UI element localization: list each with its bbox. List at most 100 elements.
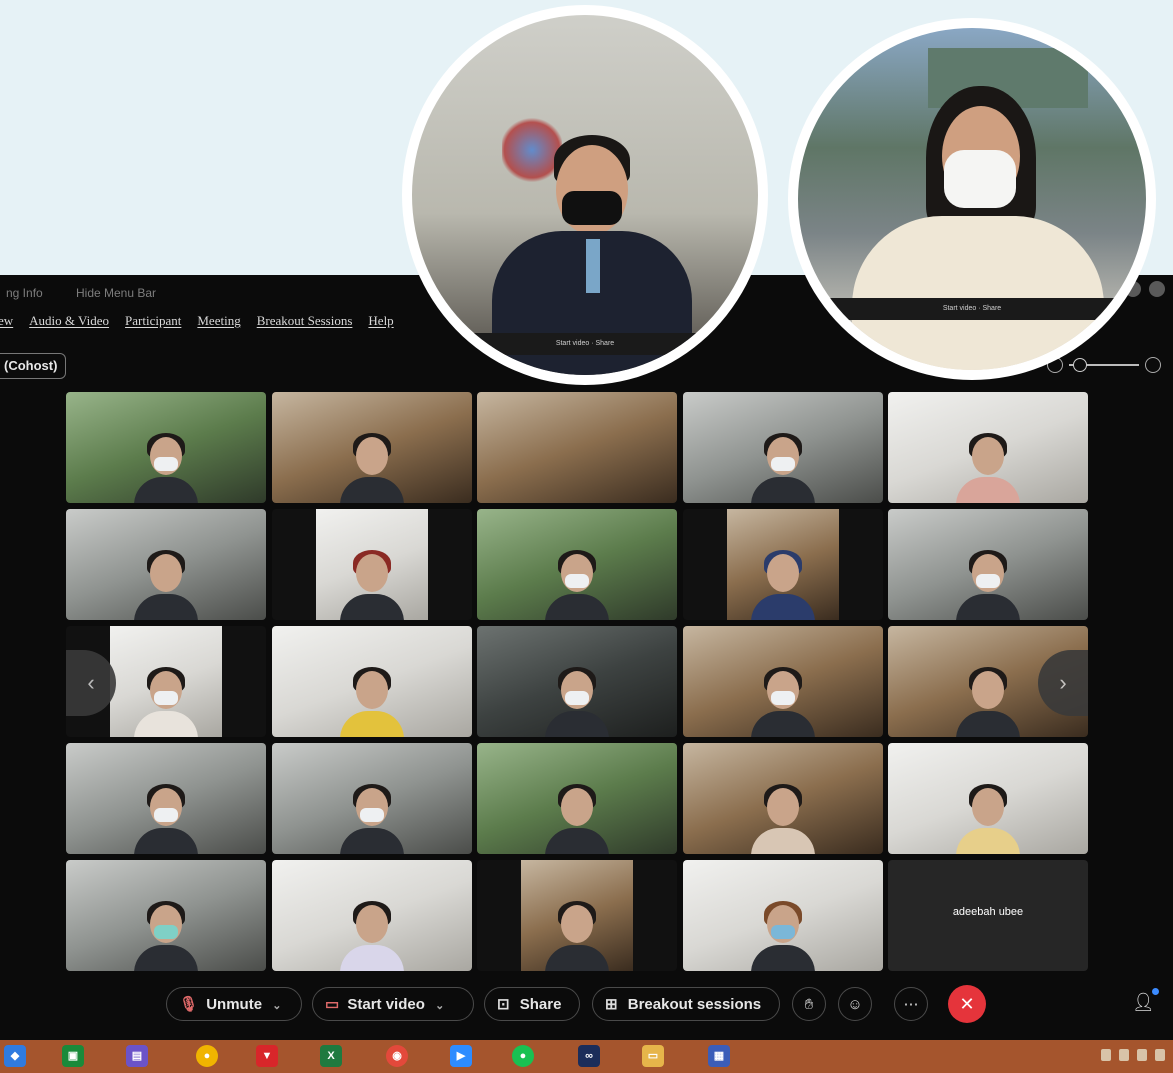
participant-video [339, 433, 404, 503]
ellipsis-icon: ⋯ [903, 996, 919, 1013]
chrome-icon[interactable]: ● [196, 1045, 218, 1067]
hand-icon: ✋︎ [804, 996, 814, 1013]
chevron-down-icon[interactable]: ⌄ [435, 1000, 444, 1012]
unmute-button[interactable]: 🎙︎ Unmute ⌄ [166, 987, 302, 1021]
participant-name: adeebah ubee [952, 906, 1024, 918]
menu-help[interactable]: Help [368, 313, 393, 333]
meeting-window: ng Info Hide Menu Bar ew Audio & Video P… [0, 275, 1173, 1040]
smiley-icon: ☺ [847, 996, 863, 1013]
participant-video [956, 667, 1020, 737]
title-text: ng Info [6, 286, 43, 300]
participant-video [134, 784, 198, 854]
participant-video [545, 784, 609, 854]
dropbox-icon[interactable]: ◆ [4, 1045, 26, 1067]
menu-breakout-sessions[interactable]: Breakout Sessions [257, 313, 353, 333]
video-tile[interactable] [477, 509, 677, 620]
video-tile[interactable] [888, 743, 1088, 854]
menu-view[interactable]: ew [0, 313, 13, 333]
meeting-toolbar: 🎙︎ Unmute ⌄ ▭ Start video ⌄ ⊡ Share ⊞ Br… [0, 980, 1173, 1028]
zoom-app-icon[interactable]: ▶ [450, 1045, 472, 1067]
participants-button[interactable]: 👤︎ [1132, 988, 1159, 1013]
breakout-sessions-button[interactable]: ⊞ Breakout sessions [592, 987, 780, 1021]
video-tile[interactable] [477, 860, 677, 971]
video-tile[interactable] [66, 392, 266, 503]
tray-language-icon[interactable] [1155, 1049, 1165, 1061]
video-tile[interactable] [682, 626, 883, 737]
cohost-badge[interactable]: (Cohost) [0, 353, 67, 379]
start-video-button[interactable]: ▭ Start video ⌄ [312, 987, 474, 1021]
share-button[interactable]: ⊡ Share [484, 987, 580, 1021]
record-icon[interactable]: ◉ [386, 1045, 408, 1067]
video-tile[interactable] [888, 392, 1088, 503]
video-tile[interactable] [477, 743, 677, 854]
app-icon[interactable]: ▣ [62, 1045, 84, 1067]
zoom-in-icon[interactable] [1145, 357, 1161, 373]
video-tile[interactable] [888, 509, 1088, 620]
video-grid: adeebah ubee [66, 392, 1088, 972]
participant-video [134, 550, 198, 620]
participant-video [339, 901, 404, 971]
breakout-label: Breakout sessions [627, 996, 762, 1013]
video-tile[interactable] [682, 509, 883, 620]
participant-video [750, 433, 815, 503]
participant-video [545, 550, 609, 620]
raise-hand-button[interactable]: ✋︎ [792, 987, 826, 1021]
participants-icon: 👤︎ [1132, 992, 1155, 1012]
video-tile[interactable] [271, 509, 472, 620]
video-tile[interactable] [682, 743, 883, 854]
reactions-button[interactable]: ☺ [838, 987, 872, 1021]
participant-video [750, 550, 815, 620]
tray-volume-icon[interactable] [1137, 1049, 1147, 1061]
participant-video [339, 784, 404, 854]
more-options-button[interactable]: ⋯ [894, 987, 928, 1021]
leave-meeting-button[interactable]: ✕ [948, 985, 986, 1023]
menu-participant[interactable]: Participant [125, 313, 181, 333]
participant-video [134, 667, 198, 737]
participant-video [750, 901, 815, 971]
file-explorer-icon[interactable]: ▭ [642, 1045, 664, 1067]
webex-icon[interactable]: ∞ [578, 1045, 600, 1067]
participant-video [545, 901, 609, 971]
video-tile[interactable] [682, 860, 883, 971]
hide-menu-bar-button[interactable]: Hide Menu Bar [76, 286, 156, 300]
video-tile[interactable] [271, 743, 472, 854]
video-tile[interactable] [682, 392, 883, 503]
line-icon[interactable]: ● [512, 1045, 534, 1067]
participant-video [339, 550, 404, 620]
muted-mic-icon: 🎙︎ [179, 996, 199, 1013]
video-tile[interactable] [271, 392, 472, 503]
tray-network-icon[interactable] [1119, 1049, 1129, 1061]
host-inset-toolbar: Start video · Share [412, 333, 758, 355]
video-tile[interactable] [271, 860, 472, 971]
participant-video [956, 784, 1020, 854]
video-tile-name-only[interactable]: adeebah ubee [888, 860, 1088, 971]
menu-audio-video[interactable]: Audio & Video [29, 313, 109, 333]
participant-video [750, 784, 815, 854]
cohost-video [848, 86, 1108, 370]
video-tile[interactable] [271, 626, 472, 737]
video-tile[interactable] [66, 860, 266, 971]
maximize-icon[interactable] [1149, 281, 1165, 297]
breakout-icon: ⊞ [605, 996, 618, 1013]
menu-meeting[interactable]: Meeting [197, 313, 240, 333]
excel-icon[interactable]: X [320, 1045, 342, 1067]
participant-video [956, 550, 1020, 620]
app-red-icon[interactable]: ▼ [256, 1045, 278, 1067]
video-off-icon: ▭ [325, 996, 340, 1013]
photos-icon[interactable]: ▤ [126, 1045, 148, 1067]
tray-up-icon[interactable] [1101, 1049, 1111, 1061]
video-tile[interactable] [66, 743, 266, 854]
video-tile[interactable] [477, 626, 677, 737]
video-tile[interactable] [477, 392, 677, 503]
participant-video [545, 667, 609, 737]
video-tile[interactable] [66, 509, 266, 620]
app-blue-icon[interactable]: ▦ [708, 1045, 730, 1067]
host-inset-photo: Start video · Share [402, 5, 768, 385]
cohost-inset-toolbar: Start video · Share [798, 298, 1146, 320]
participant-video [134, 433, 198, 503]
chevron-right-icon: › [1059, 670, 1067, 695]
taskbar: ◆ ▣ ▤ ● ▼ X ◉ ▶ ● ∞ ▭ ▦ [0, 1040, 1173, 1073]
system-tray [1101, 1049, 1165, 1061]
chevron-down-icon[interactable]: ⌄ [272, 1000, 281, 1012]
unmute-label: Unmute [206, 996, 263, 1013]
